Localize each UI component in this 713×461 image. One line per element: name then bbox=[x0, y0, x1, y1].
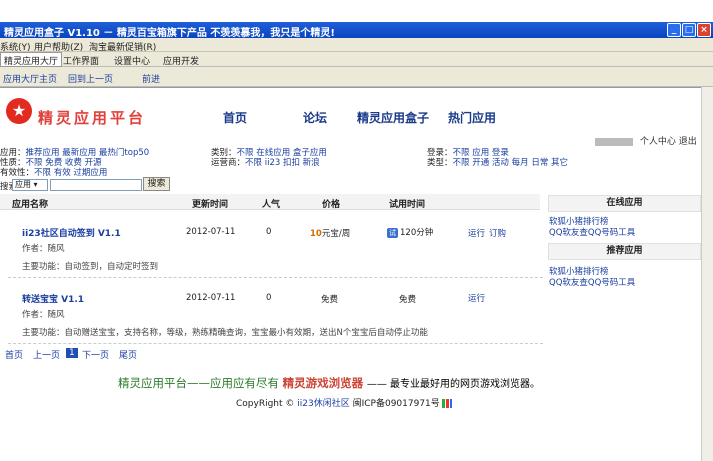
filter-kind: 类型：不限 开通 活动 每月 日常 其它 bbox=[427, 158, 569, 168]
sidebar-recommend-link[interactable]: QQ软友查QQ号码工具 bbox=[549, 276, 635, 288]
col-price: 价格 bbox=[322, 200, 341, 210]
copyright: CopyRight © ii23休闲社区 闽ICP备09017971号 bbox=[236, 396, 452, 409]
user-box: 个人中心 退出 bbox=[595, 134, 697, 147]
table-header: 应用名称 更新时间 人气 价格 试用时间 bbox=[0, 194, 540, 210]
pager-prev[interactable]: 上一页 bbox=[33, 348, 60, 361]
topnav-hot[interactable]: 热门应用 bbox=[448, 109, 496, 126]
stats-icon bbox=[441, 399, 452, 408]
app-name-link[interactable]: ii23社区自动签到 V1.1 bbox=[22, 226, 121, 239]
app-popularity: 0 bbox=[266, 227, 272, 237]
main-content: ★ 精灵应用平台 首页 论坛 精灵应用盒子 热门应用 个人中心 退出 应用：推荐… bbox=[0, 87, 713, 461]
app-trial: 免费 bbox=[399, 295, 417, 305]
filter-valid: 有效性：不限 有效 过期应用 bbox=[0, 168, 108, 178]
vertical-scrollbar[interactable] bbox=[701, 87, 713, 461]
title-bar: 精灵应用盒子 V1.10 － 精灵百宝箱旗下产品 不羡羡慕我，我只是个精灵! _… bbox=[0, 22, 713, 39]
logout-link[interactable]: 退出 bbox=[679, 137, 697, 147]
app-price: 免费 bbox=[321, 295, 339, 305]
search-button[interactable]: 搜索 bbox=[143, 177, 170, 191]
pager-last[interactable]: 尾页 bbox=[119, 348, 137, 361]
app-feature: 主要功能：自动签到，自动定时签到 bbox=[22, 262, 159, 272]
tab-workspace[interactable]: 工作界面 bbox=[63, 54, 99, 67]
footer-slogan: 精灵应用平台——应用应有尽有 精灵游戏浏览器 —— 最专业最好用的网页游戏浏览器… bbox=[118, 376, 540, 390]
order-link[interactable]: 订购 bbox=[489, 227, 506, 239]
app-author: 作者：随风 bbox=[22, 244, 65, 254]
tab-bar: 精灵应用大厅 工作界面 设置中心 应用开发 bbox=[0, 52, 713, 67]
app-trial: 试 120分钟 bbox=[387, 227, 434, 238]
app-date: 2012-07-11 bbox=[186, 227, 236, 237]
run-link[interactable]: 运行 bbox=[468, 292, 485, 304]
site-logo[interactable]: 精灵应用平台 bbox=[38, 107, 146, 128]
tab-settings[interactable]: 设置中心 bbox=[114, 54, 150, 67]
trial-icon: 试 bbox=[387, 227, 398, 238]
col-popularity: 人气 bbox=[262, 200, 281, 210]
pager-next[interactable]: 下一页 bbox=[82, 348, 109, 361]
app-popularity: 0 bbox=[266, 293, 272, 303]
pager-current[interactable]: 1 bbox=[66, 348, 78, 358]
pager-first[interactable]: 首页 bbox=[5, 348, 23, 361]
logo-mushroom-icon: ★ bbox=[6, 98, 32, 124]
col-date: 更新时间 bbox=[192, 200, 229, 210]
menu-bar: 系统(Y) 用户帮助(Z) 淘宝最新促销(R) bbox=[0, 38, 713, 53]
sidebar-online-title: 在线应用 bbox=[548, 195, 701, 212]
close-button[interactable]: × bbox=[697, 23, 711, 37]
nav-back-link[interactable]: 回到上一页 bbox=[68, 72, 113, 85]
sidebar-online-link[interactable]: QQ软友查QQ号码工具 bbox=[549, 226, 635, 238]
maximize-button[interactable]: □ bbox=[682, 23, 696, 37]
filter-operator: 运营商：不限 ii23 扣扣 新浪 bbox=[211, 158, 320, 168]
browser-link[interactable]: 精灵游戏浏览器 bbox=[283, 376, 364, 390]
app-price: 10元宝/周 bbox=[310, 229, 351, 239]
copyright-link[interactable]: ii23休闲社区 bbox=[297, 399, 349, 409]
app-date: 2012-07-11 bbox=[186, 293, 236, 303]
nav-forward-link[interactable]: 前进 bbox=[142, 72, 160, 85]
user-center-link[interactable]: 个人中心 bbox=[640, 137, 676, 147]
app-feature: 主要功能：自动赠送宝宝，支持名称，等级，熟练精确查询，宝宝最小有效期，送出N个宝… bbox=[22, 328, 428, 338]
col-name: 应用名称 bbox=[12, 200, 49, 210]
sidebar-recommend-title: 推荐应用 bbox=[548, 243, 701, 260]
row-divider bbox=[8, 277, 543, 278]
minimize-button[interactable]: _ bbox=[667, 23, 681, 37]
sub-nav: 应用大厅主页 回到上一页 前进 bbox=[0, 67, 713, 87]
logo-text: 精灵应用平台 bbox=[38, 109, 147, 127]
nav-home-link[interactable]: 应用大厅主页 bbox=[3, 72, 57, 85]
search-input[interactable] bbox=[50, 179, 142, 191]
run-link[interactable]: 运行 bbox=[468, 227, 485, 239]
tab-app-hall[interactable]: 精灵应用大厅 bbox=[0, 52, 63, 67]
search-type-select[interactable]: 应用 ▾ bbox=[12, 179, 48, 191]
username-blurred bbox=[595, 137, 633, 146]
topnav-box[interactable]: 精灵应用盒子 bbox=[357, 109, 429, 126]
topnav-home[interactable]: 首页 bbox=[223, 109, 247, 126]
tab-dev[interactable]: 应用开发 bbox=[163, 54, 199, 67]
col-trial: 试用时间 bbox=[389, 200, 426, 210]
row-divider bbox=[8, 343, 543, 344]
window-title: 精灵应用盒子 V1.10 － 精灵百宝箱旗下产品 不羡羡慕我，我只是个精灵! bbox=[4, 28, 335, 39]
app-name-link[interactable]: 转送宝宝 V1.1 bbox=[22, 292, 84, 305]
app-author: 作者：随风 bbox=[22, 310, 65, 320]
topnav-forum[interactable]: 论坛 bbox=[303, 109, 327, 126]
